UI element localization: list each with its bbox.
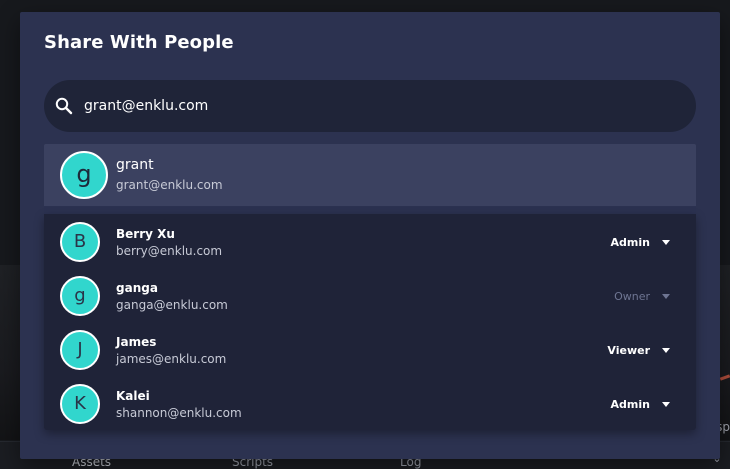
caret-down-icon — [662, 239, 670, 245]
member-name: Kalei — [116, 389, 150, 403]
member-name: James — [116, 335, 157, 349]
role-dropdown[interactable]: Admin — [611, 233, 670, 251]
caret-down-icon — [662, 293, 670, 299]
search-icon — [55, 97, 73, 115]
role-label: Admin — [610, 397, 650, 411]
search-input[interactable] — [84, 92, 674, 120]
member-email: shannon@enklu.com — [116, 406, 242, 420]
search-field[interactable] — [44, 80, 696, 132]
avatar: J — [60, 330, 100, 370]
members-list: B Berry Xu berry@enklu.com Admin g ganga… — [44, 214, 696, 430]
avatar: B — [60, 222, 100, 262]
role-label: Owner — [614, 289, 650, 303]
suggestion-name: grant — [116, 157, 154, 173]
share-dialog: Share With People g grant grant@enklu.co… — [20, 12, 720, 459]
member-name: Berry Xu — [116, 227, 175, 241]
list-item: K Kalei shannon@enklu.com Admin — [44, 380, 696, 434]
suggestion-email: grant@enklu.com — [116, 178, 223, 192]
avatar: g — [60, 151, 108, 199]
user-suggestion[interactable]: g grant grant@enklu.com — [44, 144, 696, 214]
avatar: g — [60, 276, 100, 316]
member-email: berry@enklu.com — [116, 244, 223, 258]
role-label: Admin — [610, 235, 650, 249]
member-email: ganga@enklu.com — [116, 298, 228, 312]
role-dropdown: Owner — [614, 287, 670, 305]
list-item: g ganga ganga@enklu.com Owner — [44, 272, 696, 326]
member-email: james@enklu.com — [116, 352, 227, 366]
role-dropdown[interactable]: Admin — [611, 395, 670, 413]
member-name: ganga — [116, 281, 158, 295]
role-label: Viewer — [607, 343, 650, 357]
list-item: J James james@enklu.com Viewer — [44, 326, 696, 380]
dialog-title: Share With People — [44, 32, 234, 53]
list-item: B Berry Xu berry@enklu.com Admin — [44, 218, 696, 272]
caret-down-icon — [662, 347, 670, 353]
avatar: K — [60, 384, 100, 424]
role-dropdown[interactable]: Viewer — [607, 341, 670, 359]
caret-down-icon — [662, 401, 670, 407]
suggestion-divider — [44, 206, 696, 214]
